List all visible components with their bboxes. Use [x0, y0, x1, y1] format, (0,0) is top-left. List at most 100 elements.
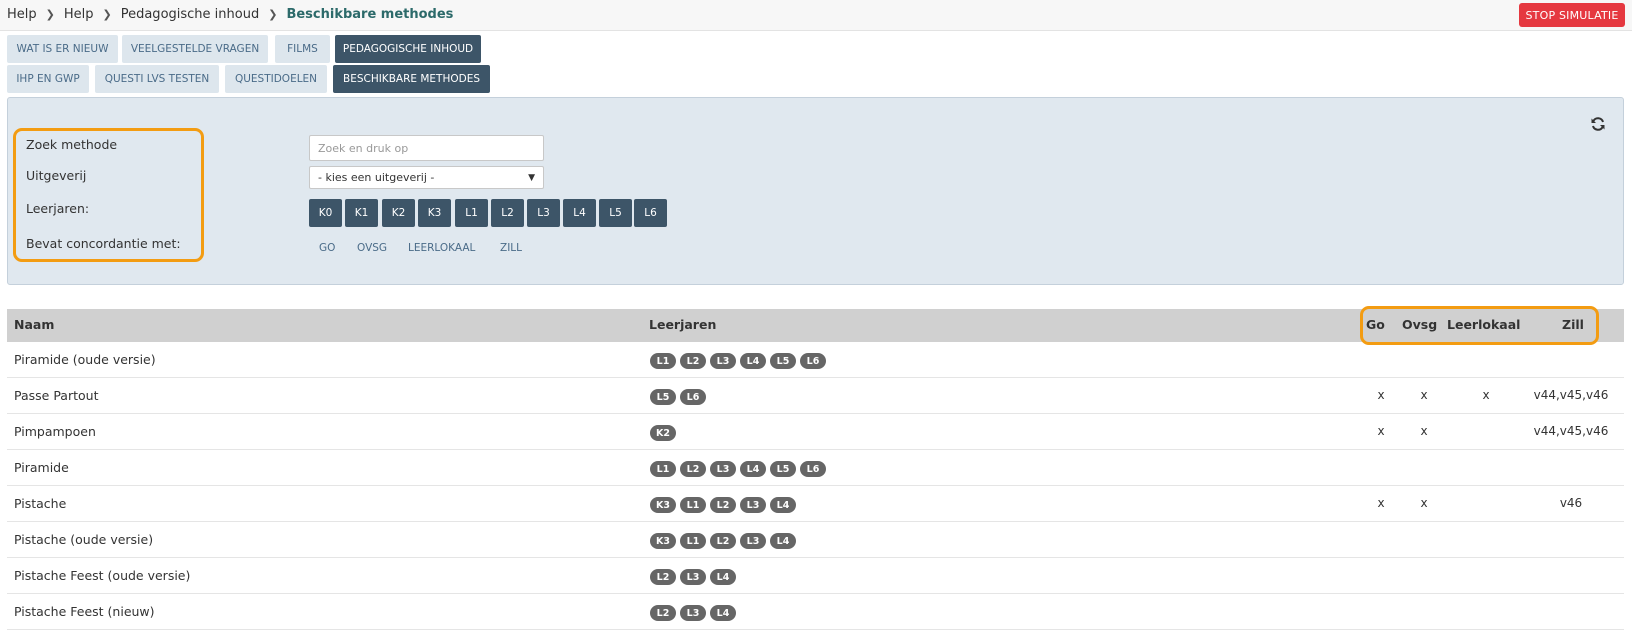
grade-badge: L3: [680, 605, 706, 621]
chevron-right-icon: ❯: [45, 8, 55, 21]
concordance-ovsg-link[interactable]: OVSG: [357, 242, 387, 254]
grade-badge: L6: [800, 353, 826, 369]
grade-badges: K3 L1 L2 L3 L4: [650, 533, 796, 549]
filter-panel: [7, 97, 1624, 285]
chevron-right-icon: ❯: [102, 8, 112, 21]
table-row[interactable]: Pistache (oude versie) K3 L1 L2 L3 L4: [7, 522, 1624, 558]
grade-badge: K3: [650, 533, 676, 549]
breadcrumb: Help ❯ Help ❯ Pedagogische inhoud ❯ Besc…: [7, 7, 453, 22]
grade-button-l6[interactable]: L6: [634, 199, 667, 227]
table-row[interactable]: Passe Partout L5 L6 x x x v44,v45,v46: [7, 378, 1624, 414]
grade-badge: L4: [770, 497, 796, 513]
chevron-right-icon: ❯: [268, 8, 278, 21]
grade-badge: L2: [680, 461, 706, 477]
tab-wat-is-er-nieuw[interactable]: WAT IS ER NIEUW: [7, 35, 118, 63]
leerlokaal-cell: x: [1482, 388, 1490, 402]
tab-veelgestelde-vragen[interactable]: VEELGESTELDE VRAGEN: [122, 35, 268, 63]
tab-beschikbare-methodes[interactable]: BESCHIKBARE METHODES: [333, 65, 490, 93]
grade-badges: K3 L1 L2 L3 L4: [650, 497, 796, 513]
grade-badge: L1: [650, 461, 676, 477]
grade-badge: L2: [680, 353, 706, 369]
ovsg-cell: x: [1420, 424, 1428, 438]
grade-button-l5[interactable]: L5: [599, 199, 632, 227]
grade-badge: L1: [680, 497, 706, 513]
chevron-down-icon: ▼: [528, 172, 535, 183]
method-name: Pistache (oude versie): [14, 532, 154, 547]
grade-badges: L1 L2 L3 L4 L5 L6: [650, 461, 826, 477]
breadcrumb-item-help-2[interactable]: Help: [64, 7, 94, 22]
grade-button-k1[interactable]: K1: [345, 199, 378, 227]
tab-films[interactable]: FILMS: [275, 35, 330, 63]
concordance-leerlokaal-link[interactable]: LEERLOKAAL: [408, 242, 475, 254]
grade-badge: L3: [740, 533, 766, 549]
grade-button-k3[interactable]: K3: [418, 199, 451, 227]
table-row[interactable]: Piramide (oude versie) L1 L2 L3 L4 L5 L6: [7, 342, 1624, 378]
grade-badge: L6: [800, 461, 826, 477]
grade-badges: K2: [650, 425, 676, 441]
grade-badge: L3: [680, 569, 706, 585]
method-name: Pistache Feest (nieuw): [14, 604, 155, 619]
refresh-icon[interactable]: [1590, 116, 1606, 132]
concordance-label: Bevat concordantie met:: [26, 236, 181, 251]
grade-badge: L5: [650, 389, 676, 405]
grade-badge: L2: [710, 497, 736, 513]
grade-badge: L3: [710, 353, 736, 369]
grade-badges: L2 L3 L4: [650, 605, 736, 621]
breadcrumb-item-pedagogische-inhoud[interactable]: Pedagogische inhoud: [121, 7, 260, 22]
concordance-columns-highlight: [1360, 306, 1599, 345]
tab-questi-lvs-testen[interactable]: QUESTI LVS TESTEN: [95, 65, 219, 93]
column-header-naam[interactable]: Naam: [14, 317, 54, 332]
table-row[interactable]: Pistache Feest (nieuw) L2 L3 L4: [7, 594, 1624, 630]
concordance-zill-link[interactable]: ZILL: [500, 242, 522, 254]
breadcrumb-current: Beschikbare methodes: [286, 7, 454, 22]
grade-badge: L2: [650, 605, 676, 621]
method-name: Pistache Feest (oude versie): [14, 568, 191, 583]
table-row[interactable]: Pistache K3 L1 L2 L3 L4 x x v46: [7, 486, 1624, 522]
table-row[interactable]: Pimpampoen K2 x x v44,v45,v46: [7, 414, 1624, 450]
tab-questidoelen[interactable]: QUESTIDOELEN: [225, 65, 327, 93]
grade-badge: L1: [680, 533, 706, 549]
grade-button-l1[interactable]: L1: [455, 199, 488, 227]
table-row[interactable]: Piramide L1 L2 L3 L4 L5 L6: [7, 450, 1624, 486]
go-cell: x: [1377, 496, 1385, 510]
grade-badge: K2: [650, 425, 676, 441]
grade-badge: L3: [740, 497, 766, 513]
publisher-select-value: - kies een uitgeverij -: [318, 171, 435, 184]
grades-label: Leerjaren:: [26, 201, 90, 216]
grade-badges: L5 L6: [650, 389, 706, 405]
grade-badge: L5: [770, 461, 796, 477]
grade-badges: L2 L3 L4: [650, 569, 736, 585]
grade-badge: L6: [680, 389, 706, 405]
zill-cell: v46: [1559, 496, 1583, 510]
zill-cell: v44,v45,v46: [1533, 388, 1609, 402]
concordance-go-link[interactable]: GO: [319, 242, 335, 254]
grade-badge: L4: [740, 461, 766, 477]
tab-pedagogische-inhoud[interactable]: PEDAGOGISCHE INHOUD: [335, 35, 481, 63]
grade-button-l3[interactable]: L3: [527, 199, 560, 227]
grade-badge: L3: [710, 461, 736, 477]
grade-button-k0[interactable]: K0: [309, 199, 342, 227]
publisher-label: Uitgeverij: [26, 168, 87, 183]
tab-ihp-en-gwp[interactable]: IHP EN GWP: [7, 65, 89, 93]
search-input[interactable]: [309, 135, 544, 161]
grade-button-l2[interactable]: L2: [491, 199, 524, 227]
grade-badge: L4: [770, 533, 796, 549]
stop-simulation-button[interactable]: STOP SIMULATIE: [1519, 3, 1625, 27]
grade-badges: L1 L2 L3 L4 L5 L6: [650, 353, 826, 369]
method-name: Passe Partout: [14, 388, 99, 403]
column-header-leerjaren[interactable]: Leerjaren: [649, 317, 716, 332]
grade-badge: L4: [710, 605, 736, 621]
table-row[interactable]: Pistache Feest (oude versie) L2 L3 L4: [7, 558, 1624, 594]
grade-button-l4[interactable]: L4: [563, 199, 596, 227]
grade-badge: L1: [650, 353, 676, 369]
method-name: Pistache: [14, 496, 67, 511]
go-cell: x: [1377, 388, 1385, 402]
ovsg-cell: x: [1420, 388, 1428, 402]
go-cell: x: [1377, 424, 1385, 438]
zill-cell: v44,v45,v46: [1533, 424, 1609, 438]
grade-badge: K3: [650, 497, 676, 513]
publisher-select[interactable]: - kies een uitgeverij - ▼: [309, 166, 544, 189]
grade-button-k2[interactable]: K2: [382, 199, 415, 227]
breadcrumb-item-help[interactable]: Help: [7, 7, 37, 22]
ovsg-cell: x: [1420, 496, 1428, 510]
